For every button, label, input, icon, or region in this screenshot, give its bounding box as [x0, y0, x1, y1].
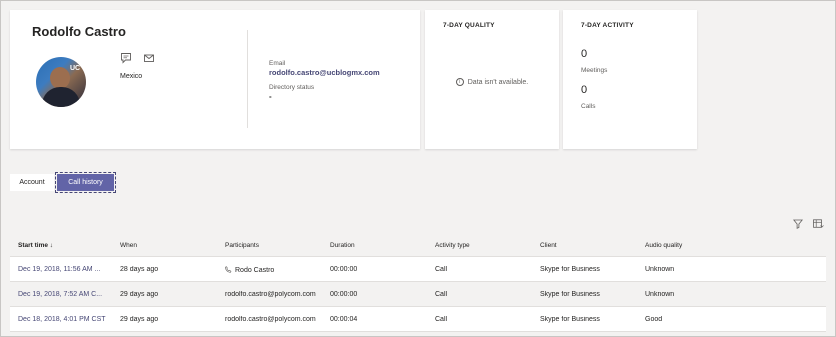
avatar-logo-text: UC [70, 65, 81, 72]
table-row[interactable]: Dec 18, 2018, 4:01 PM CST 29 days ago ro… [10, 307, 826, 332]
column-header-participants[interactable]: Participants [225, 242, 325, 249]
call-history-table: Start time ↓ When Participants Duration … [10, 235, 826, 332]
column-header-when[interactable]: When [120, 242, 215, 249]
info-icon: i [455, 78, 464, 86]
activity-type-cell: Call [435, 266, 448, 273]
filter-icon[interactable] [792, 216, 804, 229]
start-time-link[interactable]: Dec 19, 2018, 7:52 AM C... [18, 291, 113, 298]
start-time-link[interactable]: Dec 19, 2018, 11:56 AM ... [18, 266, 113, 273]
start-time-link[interactable]: Dec 18, 2018, 4:01 PM CST [18, 316, 113, 323]
calls-label: Calls [581, 103, 596, 110]
columns-icon[interactable] [813, 216, 824, 228]
client-cell: Skype for Business [540, 291, 600, 298]
client-cell: Skype for Business [540, 266, 600, 273]
activity-card: 7-DAY ACTIVITY 0 Meetings 0 Calls [563, 10, 697, 149]
email-label: Email [269, 60, 286, 67]
tab-call-history[interactable]: Call history [55, 172, 116, 193]
user-name: Rodolfo Castro [32, 24, 126, 39]
audio-quality-cell: Unknown [645, 266, 675, 273]
audio-quality-cell: Unknown [645, 291, 675, 298]
directory-status-value: - [269, 92, 272, 101]
meetings-label: Meetings [581, 67, 608, 74]
participant-name: Rodo Castro [235, 267, 275, 274]
table-row[interactable]: Dec 19, 2018, 11:56 AM ... 28 days ago R… [10, 257, 826, 282]
divider [247, 30, 248, 128]
activity-type-cell: Call [435, 291, 448, 298]
column-header-audio-quality[interactable]: Audio quality [645, 242, 740, 249]
when-cell: 28 days ago [120, 266, 159, 273]
when-cell: 29 days ago [120, 316, 159, 323]
quality-message: i Data isn't available. [425, 78, 559, 86]
activity-title: 7-DAY ACTIVITY [581, 22, 634, 29]
table-row[interactable]: Dec 19, 2018, 7:52 AM C... 29 days ago r… [10, 282, 826, 307]
column-header-start-time[interactable]: Start time ↓ [18, 242, 113, 249]
chat-icon[interactable] [120, 51, 134, 65]
meetings-count: 0 [581, 48, 588, 60]
user-profile-card: Rodolfo Castro UC Mexico Email rodolfo.c… [10, 10, 420, 149]
duration-cell: 00:00:00 [330, 291, 358, 298]
column-header-client[interactable]: Client [540, 242, 640, 249]
quality-title: 7-DAY QUALITY [443, 22, 495, 29]
calls-count: 0 [581, 84, 588, 96]
participants-cell: Rodo Castro [225, 266, 325, 274]
user-location: Mexico [120, 73, 143, 80]
column-header-activity-type[interactable]: Activity type [435, 242, 530, 249]
table-header: Start time ↓ When Participants Duration … [10, 235, 826, 257]
client-cell: Skype for Business [540, 316, 600, 323]
phone-icon [225, 266, 232, 273]
duration-cell: 00:00:00 [330, 266, 358, 273]
directory-status-label: Directory status [269, 84, 315, 91]
duration-cell: 00:00:04 [330, 316, 358, 323]
participants-cell: rodolfo.castro@polycom.com [225, 316, 316, 323]
activity-type-cell: Call [435, 316, 448, 323]
quality-message-text: Data isn't available. [467, 78, 529, 86]
mail-icon[interactable] [143, 51, 157, 65]
tab-account[interactable]: Account [10, 174, 54, 191]
when-cell: 29 days ago [120, 291, 159, 298]
audio-quality-cell: Good [645, 316, 663, 323]
quality-card: 7-DAY QUALITY i Data isn't available. [425, 10, 559, 149]
email-link[interactable]: rodolfo.castro@ucblogmx.com [269, 68, 380, 77]
participants-cell: rodolfo.castro@polycom.com [225, 291, 316, 298]
avatar: UC [36, 57, 86, 107]
column-header-duration[interactable]: Duration [330, 242, 425, 249]
